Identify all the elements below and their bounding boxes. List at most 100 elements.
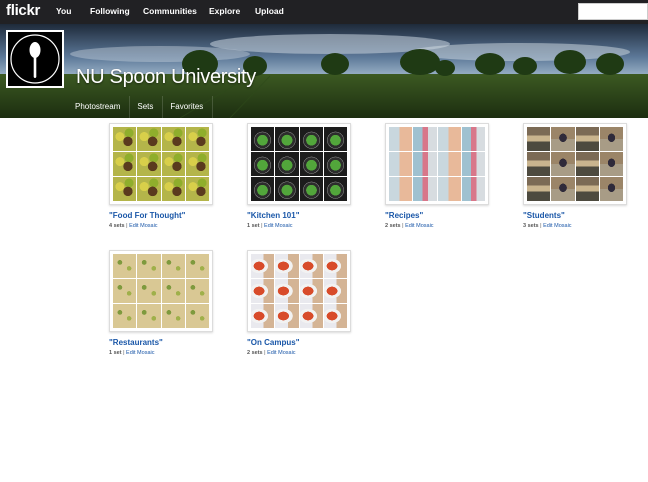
mosaic-tile-image [275, 304, 299, 328]
edit-mosaic-link[interactable]: Edit Mosaic [126, 350, 154, 356]
mosaic-tile-image [323, 279, 347, 303]
mosaic-tile-image [323, 304, 347, 328]
mosaic-tile-image [251, 177, 275, 201]
mosaic-tile-image [527, 177, 551, 201]
mosaic-tile-image [251, 127, 275, 151]
mosaic-tile-image [275, 152, 299, 176]
mosaic-tile-image [575, 152, 599, 176]
mosaic-tile-image [275, 254, 299, 278]
mosaic-tile-image [137, 127, 161, 151]
edit-mosaic-link[interactable]: Edit Mosaic [543, 223, 571, 229]
mosaic-tile-image [251, 304, 275, 328]
search-input[interactable] [578, 3, 648, 20]
top-nav-bar: flickr You Following Communities Explore… [0, 0, 648, 24]
set-count: 2 sets [385, 223, 401, 229]
collection-mosaic[interactable] [109, 250, 213, 332]
collection-mosaic[interactable] [247, 250, 351, 332]
collection-title[interactable]: "Kitchen 101" [247, 211, 351, 220]
mosaic-tile-image [323, 254, 347, 278]
mosaic-tile-image [161, 177, 185, 201]
mosaic-tile-image [323, 127, 347, 151]
mosaic-tile-image [299, 152, 323, 176]
mosaic-tile-image [113, 177, 137, 201]
mosaic-tile-image [413, 152, 437, 176]
collection-meta: 1 set | Edit Mosaic [247, 223, 293, 229]
collection-meta: 1 set | Edit Mosaic [109, 350, 155, 356]
mosaic-tile-image [185, 279, 209, 303]
profile-subnav: Photostream Sets Favorites [68, 96, 214, 118]
flickr-logo[interactable]: flickr [6, 2, 40, 19]
collection-mosaic[interactable] [385, 123, 489, 205]
mosaic-tile-image [113, 254, 137, 278]
mosaic-tile-image [137, 254, 161, 278]
collection-card: "On Campus" 2 sets | Edit Mosaic [247, 250, 351, 356]
mosaic-tile-image [161, 304, 185, 328]
edit-mosaic-link[interactable]: Edit Mosaic [405, 223, 433, 229]
set-count: 4 sets [109, 223, 125, 229]
collection-meta: 2 sets | Edit Mosaic [247, 350, 296, 356]
mosaic-tile-image [275, 279, 299, 303]
mosaic-tile-image [185, 254, 209, 278]
mosaic-tile-image [599, 177, 623, 201]
mosaic-tile-image [389, 127, 413, 151]
collection-title[interactable]: "Restaurants" [109, 338, 213, 347]
mosaic-tile-image [251, 279, 275, 303]
mosaic-tile-image [299, 127, 323, 151]
nav-you[interactable]: You [56, 6, 71, 16]
edit-mosaic-link[interactable]: Edit Mosaic [264, 223, 292, 229]
mosaic-tile-image [551, 127, 575, 151]
mosaic-tile-image [275, 177, 299, 201]
tab-photostream[interactable]: Photostream [68, 96, 131, 118]
mosaic-tile-image [461, 152, 485, 176]
mosaic-tile-image [137, 304, 161, 328]
mosaic-tile-image [137, 279, 161, 303]
set-count: 3 sets [523, 223, 539, 229]
mosaic-tile-image [575, 127, 599, 151]
mosaic-tile-image [599, 152, 623, 176]
mosaic-tile-image [161, 279, 185, 303]
collection-mosaic[interactable] [247, 123, 351, 205]
mosaic-tile-image [185, 177, 209, 201]
collection-title[interactable]: "Students" [523, 211, 627, 220]
mosaic-tile-image [113, 152, 137, 176]
mosaic-tile-image [161, 127, 185, 151]
collection-title[interactable]: "On Campus" [247, 338, 351, 347]
mosaic-tile-image [413, 177, 437, 201]
collection-card: "Recipes" 2 sets | Edit Mosaic [385, 123, 489, 229]
edit-mosaic-link[interactable]: Edit Mosaic [267, 350, 295, 356]
mosaic-tile-image [299, 254, 323, 278]
mosaic-tile-image [461, 127, 485, 151]
nav-communities[interactable]: Communities [143, 6, 197, 16]
nav-upload[interactable]: Upload [255, 6, 284, 16]
mosaic-tile-image [437, 127, 461, 151]
collection-card: "Food For Thought" 4 sets | Edit Mosaic [109, 123, 213, 229]
collection-title[interactable]: "Food For Thought" [109, 211, 213, 220]
mosaic-tile-image [299, 304, 323, 328]
mosaic-tile-image [251, 254, 275, 278]
mosaic-tile-image [461, 177, 485, 201]
nav-explore[interactable]: Explore [209, 6, 240, 16]
mosaic-tile-image [389, 152, 413, 176]
tab-sets[interactable]: Sets [130, 96, 164, 118]
mosaic-tile-image [323, 177, 347, 201]
mosaic-tile-image [437, 152, 461, 176]
set-count: 1 set [247, 223, 260, 229]
mosaic-tile-image [551, 152, 575, 176]
set-count: 1 set [109, 350, 122, 356]
set-count: 2 sets [247, 350, 263, 356]
collection-mosaic[interactable] [109, 123, 213, 205]
tab-favorites[interactable]: Favorites [163, 96, 214, 118]
mosaic-tile-image [389, 177, 413, 201]
mosaic-tile-image [137, 177, 161, 201]
nav-following[interactable]: Following [90, 6, 130, 16]
mosaic-tile-image [437, 177, 461, 201]
collection-card: "Restaurants" 1 set | Edit Mosaic [109, 250, 213, 356]
profile-avatar[interactable] [6, 30, 64, 88]
mosaic-tile-image [185, 127, 209, 151]
collection-title[interactable]: "Recipes" [385, 211, 489, 220]
mosaic-tile-image [575, 177, 599, 201]
collection-meta: 3 sets | Edit Mosaic [523, 223, 572, 229]
mosaic-tile-image [251, 152, 275, 176]
edit-mosaic-link[interactable]: Edit Mosaic [129, 223, 157, 229]
collection-mosaic[interactable] [523, 123, 627, 205]
